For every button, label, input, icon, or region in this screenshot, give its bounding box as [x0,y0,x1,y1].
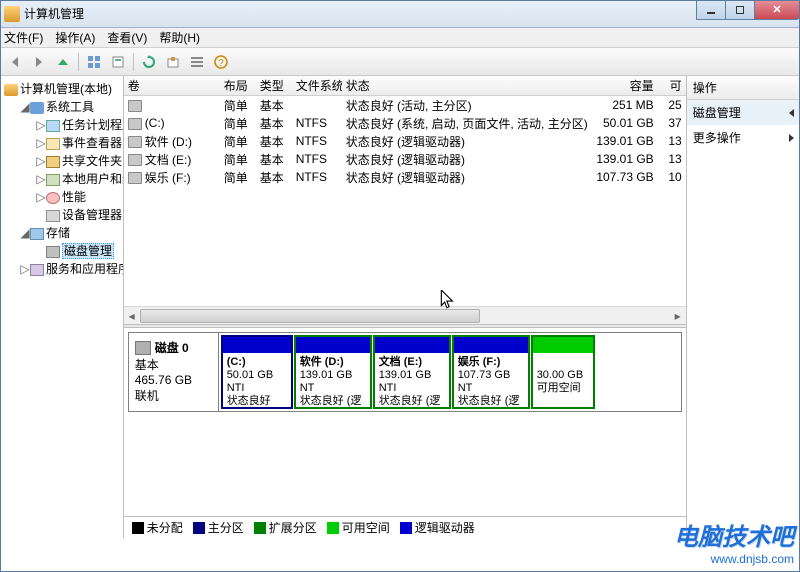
nav-tree: 计算机管理(本地) ◢系统工具 ▷任务计划程序 ▷事件查看器 ▷共享文件夹 ▷本… [0,76,124,538]
col-layout[interactable]: 布局 [220,77,256,94]
partition[interactable]: (C:)50.01 GB NTI状态良好 (系统 [221,335,293,409]
disk-type: 基本 [135,356,212,373]
col-capacity[interactable]: 容量 [592,77,658,94]
close-button[interactable]: ✕ [754,0,800,20]
window-title: 计算机管理 [24,5,84,22]
titlebar: 计算机管理 ✕ [0,0,800,28]
disk-size: 465.76 GB [135,373,212,387]
volume-row[interactable]: 文档 (E:)简单基本NTFS状态良好 (逻辑驱动器)139.01 GB13 [124,150,686,168]
legend-primary: 主分区 [193,519,244,536]
horizontal-scrollbar[interactable]: ◂▸ [124,306,686,324]
disk-icon [135,341,151,355]
watermark-main: 电脑技术吧 [674,517,794,552]
legend-free: 可用空间 [327,519,390,536]
tree-event-viewer[interactable]: ▷事件查看器 [36,134,121,152]
disk-row[interactable]: 磁盘 0 基本 465.76 GB 联机 (C:)50.01 GB NTI状态良… [128,332,682,412]
volume-row[interactable]: 简单基本状态良好 (活动, 主分区)251 MB25 [124,96,686,114]
tree-shared-folders[interactable]: ▷共享文件夹 [36,152,121,170]
up-button[interactable] [52,51,74,73]
col-free[interactable]: 可 [658,77,686,94]
actions-diskmgmt[interactable]: 磁盘管理 [687,100,800,125]
minimize-button[interactable] [696,0,726,20]
menu-action[interactable]: 操作(A) [55,29,95,46]
volume-list-body: 简单基本状态良好 (活动, 主分区)251 MB25(C:)简单基本NTFS状态… [124,96,686,306]
disk-info: 磁盘 0 基本 465.76 GB 联机 [129,333,219,411]
window-controls: ✕ [697,0,800,20]
partition[interactable]: 娱乐 (F:)107.73 GB NT状态良好 (逻辑 [452,335,530,409]
watermark: 电脑技术吧 www.dnjsb.com [674,517,794,566]
volume-row[interactable]: 娱乐 (F:)简单基本NTFS状态良好 (逻辑驱动器)107.73 GB10 [124,168,686,186]
watermark-sub: www.dnjsb.com [674,552,794,566]
col-type[interactable]: 类型 [256,77,292,94]
menu-view[interactable]: 查看(V) [107,29,147,46]
actions-panel: 操作 磁盘管理 更多操作 [687,76,800,538]
col-volume[interactable]: 卷 [124,77,220,94]
export-icon[interactable] [162,51,184,73]
tree-storage[interactable]: ◢存储 磁盘管理 [20,224,121,260]
list-icon[interactable] [186,51,208,73]
center-panel: 卷 布局 类型 文件系统 状态 容量 可 简单基本状态良好 (活动, 主分区)2… [124,76,687,538]
legend-logical: 逻辑驱动器 [400,519,475,536]
tree-task-scheduler[interactable]: ▷任务计划程序 [36,116,121,134]
help-icon[interactable]: ? [210,51,232,73]
svg-text:?: ? [218,58,224,69]
refresh-icon[interactable] [138,51,160,73]
properties-icon[interactable] [107,51,129,73]
disk-label: 磁盘 0 [155,339,189,356]
app-icon [4,6,20,22]
volume-list-header: 卷 布局 类型 文件系统 状态 容量 可 [124,76,686,96]
disk-map: 磁盘 0 基本 465.76 GB 联机 (C:)50.01 GB NTI状态良… [124,328,686,516]
view-grid-icon[interactable] [83,51,105,73]
back-button[interactable] [4,51,26,73]
tree-device-manager[interactable]: 设备管理器 [36,206,121,224]
tree-services[interactable]: ▷服务和应用程序 [20,260,121,278]
legend-extended: 扩展分区 [254,519,317,536]
toolbar: ? [0,48,800,76]
legend-unallocated: 未分配 [132,519,183,536]
partition[interactable]: 文档 (E:)139.01 GB NTI状态良好 (逻辑 [373,335,451,409]
partition[interactable]: 软件 (D:)139.01 GB NT状态良好 (逻辑 [294,335,372,409]
tree-performance[interactable]: ▷性能 [36,188,121,206]
menubar: 文件(F) 操作(A) 查看(V) 帮助(H) [0,28,800,48]
disk-partitions: (C:)50.01 GB NTI状态良好 (系统软件 (D:)139.01 GB… [219,333,681,411]
menu-file[interactable]: 文件(F) [4,29,43,46]
tree-root[interactable]: 计算机管理(本地) ◢系统工具 ▷任务计划程序 ▷事件查看器 ▷共享文件夹 ▷本… [4,80,121,278]
menu-help[interactable]: 帮助(H) [159,29,200,46]
volume-row[interactable]: (C:)简单基本NTFS状态良好 (系统, 启动, 页面文件, 活动, 主分区)… [124,114,686,132]
partition[interactable]: 30.00 GB可用空间 [531,335,595,409]
maximize-button[interactable] [725,0,755,20]
tree-local-users[interactable]: ▷本地用户和组 [36,170,121,188]
disk-status: 联机 [135,387,212,404]
main-area: 计算机管理(本地) ◢系统工具 ▷任务计划程序 ▷事件查看器 ▷共享文件夹 ▷本… [0,76,800,538]
volume-list: 卷 布局 类型 文件系统 状态 容量 可 简单基本状态良好 (活动, 主分区)2… [124,76,686,324]
actions-header: 操作 [687,76,800,100]
tree-disk-management[interactable]: 磁盘管理 [36,242,121,260]
legend: 未分配 主分区 扩展分区 可用空间 逻辑驱动器 [124,516,686,538]
volume-row[interactable]: 软件 (D:)简单基本NTFS状态良好 (逻辑驱动器)139.01 GB13 [124,132,686,150]
col-filesystem[interactable]: 文件系统 [292,77,342,94]
col-status[interactable]: 状态 [342,77,592,94]
forward-button[interactable] [28,51,50,73]
actions-more[interactable]: 更多操作 [687,125,800,150]
tree-system-tools[interactable]: ◢系统工具 ▷任务计划程序 ▷事件查看器 ▷共享文件夹 ▷本地用户和组 ▷性能 … [20,98,121,224]
